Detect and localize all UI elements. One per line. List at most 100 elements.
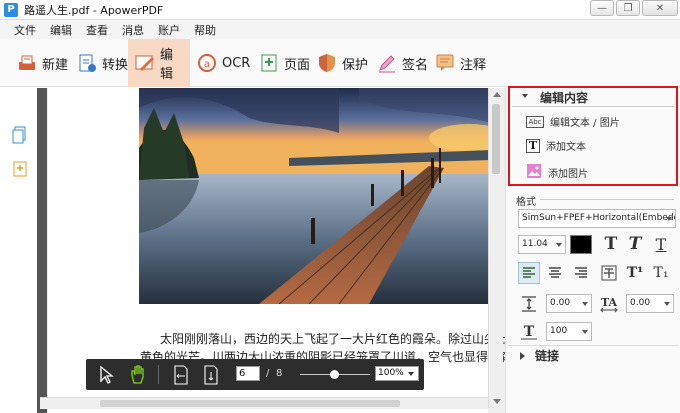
comment-icon xyxy=(434,52,456,74)
protect-button[interactable]: 保护 xyxy=(310,39,374,87)
annotate-label: 注释 xyxy=(460,57,487,73)
page-icon xyxy=(258,52,280,74)
add-image-item[interactable]: 添加图片 xyxy=(526,163,588,182)
collapse-chevron-icon[interactable] xyxy=(522,94,528,98)
page-label: 页面 xyxy=(284,57,311,73)
font-size-value: 11.04 xyxy=(522,239,548,249)
restore-button[interactable]: ❐ xyxy=(616,0,640,16)
font-size-select[interactable]: 11.04 xyxy=(518,235,566,254)
ocr-icon: a xyxy=(196,52,218,74)
sign-button[interactable]: 签名 xyxy=(370,39,434,87)
chevron-down-icon xyxy=(556,243,562,247)
scale-select[interactable]: 100 xyxy=(546,322,592,341)
edit-content-header[interactable]: 编辑内容 xyxy=(540,89,588,106)
menu-file[interactable]: 文件 xyxy=(14,22,36,38)
convert-button[interactable]: 转换 xyxy=(70,39,134,87)
fit-width-icon[interactable] xyxy=(172,364,190,386)
horizontal-scrollbar[interactable] xyxy=(40,397,488,409)
add-image-icon xyxy=(526,163,542,182)
scale-value: 100 xyxy=(550,326,568,336)
scroll-up-icon[interactable] xyxy=(493,92,501,97)
panel-divider xyxy=(512,106,674,107)
add-image-label: 添加图片 xyxy=(548,169,588,180)
scroll-down-icon[interactable] xyxy=(493,399,501,404)
new-doc-icon xyxy=(16,52,38,74)
edit-icon xyxy=(134,52,156,74)
format-divider xyxy=(540,199,674,200)
align-left-button[interactable] xyxy=(518,262,540,284)
bold-button[interactable]: T xyxy=(600,233,622,255)
zoom-select[interactable]: 100% xyxy=(375,366,419,381)
text-color-swatch[interactable] xyxy=(570,235,592,254)
sign-label: 签名 xyxy=(402,57,429,73)
superscript-button[interactable]: T¹ xyxy=(624,262,646,284)
edit-button[interactable]: 编辑 xyxy=(128,39,190,87)
menu-messages[interactable]: 消息 xyxy=(122,22,144,38)
left-sidebar xyxy=(0,88,40,413)
ocr-label: OCR xyxy=(222,55,251,71)
format-label: 格式 xyxy=(516,197,536,208)
convert-label: 转换 xyxy=(102,57,129,73)
thumbnails-icon[interactable] xyxy=(12,126,28,144)
annotate-button[interactable]: 注释 xyxy=(428,39,492,87)
link-section-header[interactable]: 链接 xyxy=(508,345,678,365)
current-page-input[interactable]: 6 xyxy=(236,366,260,381)
select-cursor-icon[interactable] xyxy=(98,365,116,385)
line-spacing-select[interactable]: 0.00 xyxy=(546,294,592,313)
zoom-slider-handle[interactable] xyxy=(330,370,339,379)
strikethrough-icon xyxy=(601,265,617,281)
char-spacing-select[interactable]: 0.00 xyxy=(626,294,674,313)
page-button[interactable]: 页面 xyxy=(252,39,316,87)
hscroll-thumb[interactable] xyxy=(100,400,400,407)
edit-label: 编辑 xyxy=(160,48,174,82)
fit-page-icon[interactable] xyxy=(202,364,220,386)
char-spacing-value: 0.00 xyxy=(630,298,651,308)
zoom-value: 100% xyxy=(378,368,404,378)
protect-label: 保护 xyxy=(342,57,369,73)
chevron-down-icon xyxy=(582,330,588,334)
underline-button[interactable]: T xyxy=(650,233,672,255)
link-label: 链接 xyxy=(535,349,560,363)
vertical-scrollbar[interactable] xyxy=(488,88,503,408)
line-spacing-value: 0.00 xyxy=(550,298,571,308)
align-right-button[interactable] xyxy=(570,262,592,284)
window-controls: — ❐ ✕ xyxy=(590,0,678,16)
window-title: 路遥人生.pdf - ApowerPDF xyxy=(24,3,164,17)
font-family-value: SimSun+FPEF+Horizontal(Embedded) xyxy=(522,213,675,223)
chevron-down-icon xyxy=(666,217,672,221)
convert-icon xyxy=(76,52,98,74)
add-text-icon: T xyxy=(526,138,540,153)
strikethrough-button[interactable] xyxy=(598,262,620,284)
pier-sunset-image[interactable] xyxy=(139,88,491,304)
new-button[interactable]: 新建 xyxy=(10,39,74,87)
add-text-item[interactable]: T 添加文本 xyxy=(526,138,586,153)
italic-button[interactable]: T xyxy=(624,233,646,255)
attachments-icon[interactable] xyxy=(12,160,28,178)
shield-icon xyxy=(316,52,338,74)
edit-text-image-item[interactable]: Abc 编辑文本 / 图片 xyxy=(526,114,620,129)
new-label: 新建 xyxy=(42,57,69,73)
align-center-button[interactable] xyxy=(544,262,566,284)
edit-text-image-icon: Abc xyxy=(526,115,544,128)
menu-help[interactable]: 帮助 xyxy=(194,22,216,38)
close-button[interactable]: ✕ xyxy=(642,0,678,16)
expand-chevron-icon xyxy=(520,351,525,360)
hand-tool-icon[interactable] xyxy=(128,363,150,385)
title-bar: P 路遥人生.pdf - ApowerPDF — ❐ ✕ xyxy=(0,0,680,20)
subscript-button[interactable]: T₁ xyxy=(650,262,672,284)
ocr-button[interactable]: a OCR xyxy=(190,39,256,87)
scroll-thumb[interactable] xyxy=(492,104,500,174)
scale-icon: T xyxy=(518,321,540,343)
align-left-icon xyxy=(523,267,535,278)
menu-view[interactable]: 查看 xyxy=(86,22,108,38)
minimize-button[interactable]: — xyxy=(590,0,614,16)
menu-bar: 文件 编辑 查看 消息 账户 帮助 xyxy=(0,20,680,39)
char-spacing-icon: TA xyxy=(598,293,620,315)
main-toolbar: 新建 转换 编辑 a OCR 页面 保护 签名 注释 xyxy=(0,39,680,87)
font-family-select[interactable]: SimSun+FPEF+Horizontal(Embedded) xyxy=(518,209,676,228)
menu-account[interactable]: 账户 xyxy=(158,22,180,38)
align-right-icon xyxy=(575,267,587,278)
align-center-icon xyxy=(549,267,561,278)
menu-edit[interactable]: 编辑 xyxy=(50,22,72,38)
total-pages: 8 xyxy=(276,368,283,379)
